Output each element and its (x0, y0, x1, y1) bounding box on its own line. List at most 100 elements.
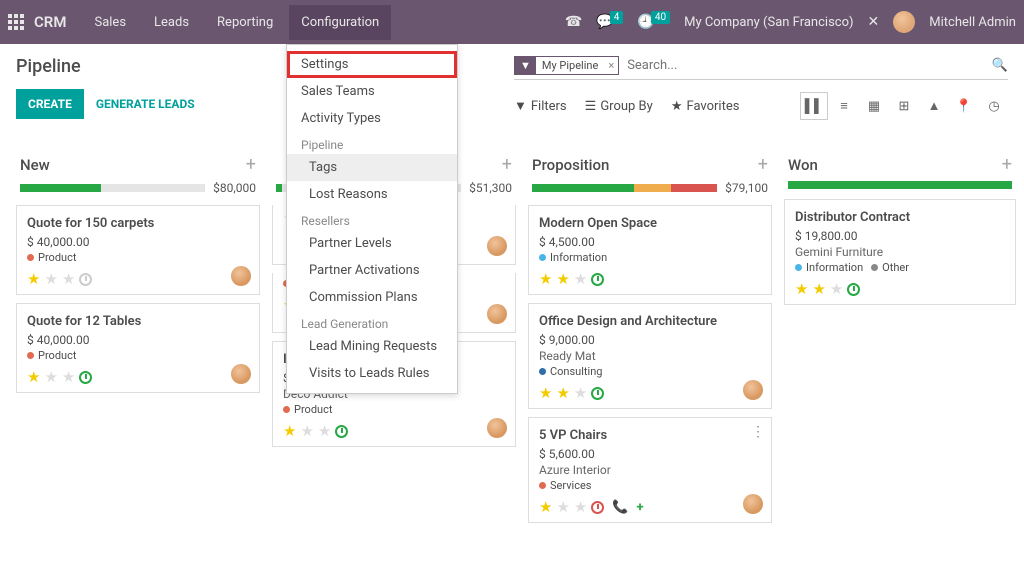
kanban-column: Proposition+$79,100Modern Open Space$ 4,… (526, 150, 774, 580)
dd-lost-reasons[interactable]: Lost Reasons (287, 181, 457, 208)
kanban-card[interactable]: ⋮5 VP Chairs$ 5,600.00Azure InteriorServ… (528, 417, 772, 523)
assignee-avatar[interactable] (743, 494, 763, 514)
add-card-icon[interactable]: + (1002, 154, 1012, 175)
dd-activity-types[interactable]: Activity Types (287, 105, 457, 132)
assignee-avatar[interactable] (487, 236, 507, 256)
add-card-icon[interactable]: + (246, 154, 256, 175)
menu-leads[interactable]: Leads (142, 5, 201, 40)
progress-bar[interactable] (788, 181, 1012, 189)
card-company: Ready Mat (539, 349, 761, 363)
star-icon[interactable]: ★ (574, 270, 587, 288)
dd-settings[interactable]: Settings (287, 51, 457, 78)
activity-clock-icon[interactable] (79, 273, 92, 286)
activity-clock-icon[interactable] (591, 273, 604, 286)
kanban-column: New+$80,000Quote for 150 carpets$ 40,000… (14, 150, 262, 580)
dd-visits-to-leads-rules[interactable]: Visits to Leads Rules (287, 360, 457, 387)
map-view-button[interactable]: 📍 (950, 92, 978, 120)
graph-view-button[interactable]: ▲ (920, 92, 948, 120)
search-facet[interactable]: ▼ My Pipeline × (514, 56, 619, 75)
assignee-avatar[interactable] (231, 364, 251, 384)
activity-clock-icon[interactable] (79, 371, 92, 384)
progress-bar[interactable] (532, 184, 717, 192)
kanban-card[interactable]: Quote for 12 Tables$ 40,000.00Product★★★ (16, 303, 260, 393)
facet-remove[interactable]: × (604, 59, 618, 72)
avatar[interactable] (893, 11, 915, 33)
star-icon[interactable]: ★ (556, 498, 569, 516)
company-selector[interactable]: My Company (San Francisco) (684, 15, 853, 30)
list-view-button[interactable]: ≡ (830, 92, 858, 120)
assignee-avatar[interactable] (487, 418, 507, 438)
column-title: Proposition (532, 156, 609, 174)
star-icon[interactable]: ★ (539, 270, 552, 288)
search-bar[interactable]: ▼ My Pipeline × 🔍 (514, 56, 1008, 80)
star-icon[interactable]: ★ (556, 270, 569, 288)
groupby-button[interactable]: ☰Group By (585, 99, 653, 114)
activity-view-button[interactable]: ◷ (980, 92, 1008, 120)
user-name[interactable]: Mitchell Admin (929, 15, 1016, 30)
star-icon[interactable]: ★ (27, 270, 40, 288)
tools-icon[interactable]: ✕ (868, 14, 880, 30)
star-icon[interactable]: ★ (539, 498, 552, 516)
dd-sales-teams[interactable]: Sales Teams (287, 78, 457, 105)
calendar-view-button[interactable]: ▦ (860, 92, 888, 120)
kanban-card[interactable]: Office Design and Architecture$ 9,000.00… (528, 303, 772, 409)
menu-reporting[interactable]: Reporting (205, 5, 285, 40)
page-title: Pipeline (16, 56, 195, 77)
activity-clock-icon[interactable] (591, 387, 604, 400)
kanban-card[interactable]: Quote for 150 carpets$ 40,000.00Product★… (16, 205, 260, 295)
star-icon[interactable]: ★ (44, 270, 57, 288)
star-icon[interactable]: ★ (62, 270, 75, 288)
phone-icon[interactable]: 📞 (612, 500, 628, 515)
add-card-icon[interactable]: + (758, 154, 768, 175)
star-icon[interactable]: ★ (27, 368, 40, 386)
filters-button[interactable]: ▼Filters (514, 98, 567, 114)
menu-configuration[interactable]: Configuration (289, 5, 391, 40)
add-card-icon[interactable]: + (502, 154, 512, 175)
dd-pipeline: Pipeline (287, 132, 457, 154)
star-icon[interactable]: ★ (574, 498, 587, 516)
card-amount: $ 9,000.00 (539, 333, 761, 347)
star-icon[interactable]: ★ (300, 422, 313, 440)
star-icon[interactable]: ★ (830, 280, 843, 298)
chat-icon[interactable]: 💬4 (596, 14, 623, 30)
star-icon[interactable]: ★ (574, 384, 587, 402)
star-icon[interactable]: ★ (44, 368, 57, 386)
assignee-avatar[interactable] (743, 380, 763, 400)
progress-bar[interactable] (20, 184, 205, 192)
generate-leads-button[interactable]: GENERATE LEADS (96, 97, 195, 111)
dd-lead-mining-requests[interactable]: Lead Mining Requests (287, 333, 457, 360)
pivot-view-button[interactable]: ⊞ (890, 92, 918, 120)
card-tags: Product (27, 251, 249, 264)
star-icon[interactable]: ★ (62, 368, 75, 386)
activity-clock-icon[interactable] (591, 501, 604, 514)
search-icon[interactable]: 🔍 (992, 58, 1008, 73)
dd-commission-plans[interactable]: Commission Plans (287, 284, 457, 311)
menu-sales[interactable]: Sales (82, 5, 138, 40)
app-brand[interactable]: CRM (34, 13, 66, 31)
activity-clock-icon[interactable] (335, 425, 348, 438)
star-icon[interactable]: ★ (795, 280, 808, 298)
card-title: Modern Open Space (539, 216, 761, 231)
activity-icon[interactable]: 🕘40 (637, 14, 670, 30)
assignee-avatar[interactable] (231, 266, 251, 286)
star-icon[interactable]: ★ (556, 384, 569, 402)
dd-tags[interactable]: Tags (287, 154, 457, 181)
assignee-avatar[interactable] (487, 304, 507, 324)
kanban-card[interactable]: Modern Open Space$ 4,500.00Information★★… (528, 205, 772, 295)
star-icon[interactable]: ★ (318, 422, 331, 440)
dd-partner-activations[interactable]: Partner Activations (287, 257, 457, 284)
kanban-view-button[interactable]: ▌▌ (800, 92, 828, 120)
apps-icon[interactable] (8, 14, 24, 30)
kanban-card[interactable]: Distributor Contract$ 19,800.00Gemini Fu… (784, 199, 1016, 305)
dd-partner-levels[interactable]: Partner Levels (287, 230, 457, 257)
search-input[interactable] (627, 58, 992, 73)
activity-clock-icon[interactable] (847, 283, 860, 296)
add-activity-icon[interactable]: + (637, 500, 644, 515)
card-menu-icon[interactable]: ⋮ (751, 424, 765, 440)
star-icon[interactable]: ★ (539, 384, 552, 402)
star-icon[interactable]: ★ (283, 422, 296, 440)
star-icon[interactable]: ★ (812, 280, 825, 298)
create-button[interactable]: CREATE (16, 89, 84, 119)
favorites-button[interactable]: ★Favorites (671, 99, 740, 114)
phone-icon[interactable]: ☎ (565, 14, 582, 30)
